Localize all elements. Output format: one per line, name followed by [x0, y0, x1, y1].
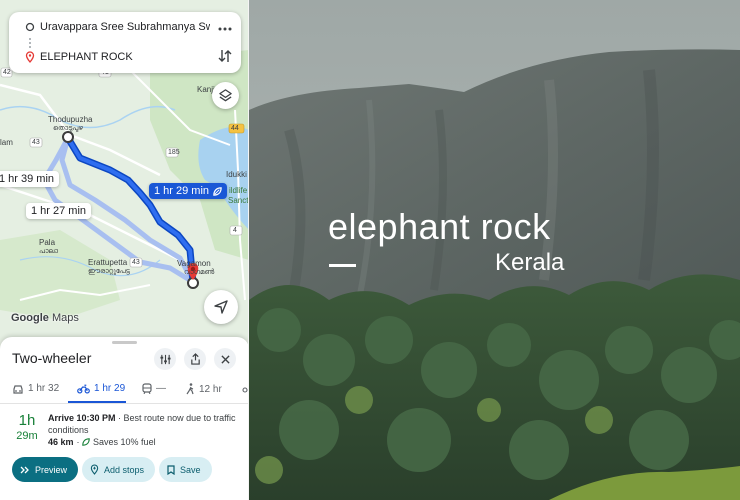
navigation-arrow-icon — [214, 300, 228, 314]
route-duration: 1h 29m — [12, 412, 42, 443]
origin-circle-icon — [25, 22, 35, 32]
transit-icon — [142, 383, 152, 394]
duration-minutes: 29m — [16, 430, 38, 442]
photo-subtitle: Kerala — [495, 249, 565, 276]
road-number: 44 — [231, 125, 239, 132]
place-label-thodupuzha-local: തൊടുപുഴ — [53, 125, 83, 132]
directions-card: Uravappara Sree Subrahmanya Sw... ELEPHA… — [9, 12, 241, 73]
maps-logo-text: Maps — [51, 312, 79, 324]
tab-walking[interactable]: 12 hr — [186, 383, 222, 395]
title-dash — [329, 264, 356, 267]
place-label-thodupuzha: Thodupuzha — [48, 115, 93, 124]
drag-handle[interactable] — [112, 341, 137, 344]
place-label-lam: lam — [0, 138, 13, 147]
google-logo-text: Google — [11, 312, 49, 324]
route-options-button[interactable] — [154, 348, 176, 370]
route-distance: 46 km — [48, 437, 74, 447]
route-label-alt[interactable]: 1 hr 27 min — [26, 203, 92, 219]
arrival-time: Arrive 10:30 PM — [48, 413, 116, 423]
road-number: 43 — [132, 259, 140, 266]
road-number: 43 — [32, 139, 40, 146]
share-icon — [190, 353, 200, 365]
road-number: 185 — [168, 149, 180, 156]
tab-driving[interactable]: 1 hr 32 — [12, 383, 59, 394]
origin-field[interactable]: Uravappara Sree Subrahmanya Sw... — [40, 21, 210, 33]
layers-icon — [219, 89, 232, 102]
tab-transit-label: — — [156, 383, 166, 394]
preview-button[interactable]: Preview — [12, 457, 79, 482]
save-button[interactable]: Save — [159, 457, 212, 482]
motorbike-icon — [77, 384, 90, 394]
destination-pin-icon — [25, 51, 35, 63]
place-label-erattupetta: Erattupetta — [88, 258, 128, 267]
maps-app: 42 43 41 185 44 43 4 Thodupuzha തൊടുപുഴ … — [0, 0, 249, 500]
tab-transit[interactable]: — — [142, 383, 166, 394]
close-icon — [220, 354, 230, 364]
divider — [0, 403, 249, 404]
preview-button-label: Preview — [35, 464, 68, 475]
add-stops-button[interactable]: Add stops — [82, 457, 156, 482]
bookmark-icon — [167, 464, 175, 475]
duration-hours: 1h — [18, 412, 36, 429]
tab-two-wheeler-label: 1 hr 29 — [94, 383, 126, 394]
car-icon — [13, 384, 23, 394]
tune-icon — [159, 354, 171, 364]
place-label-vagamon: Vagamon — [177, 259, 211, 268]
place-label-vagamon-local: വാഗമൺ — [184, 269, 215, 276]
destination-row[interactable]: ELEPHANT ROCK — [9, 43, 241, 71]
place-label-wildlife: ildlife — [229, 186, 248, 195]
panel-title: Two-wheeler — [12, 350, 92, 366]
more-vert-icon[interactable] — [217, 18, 233, 34]
place-label-erattupetta-local: ഈരാറ്റുപേട്ട — [88, 268, 130, 275]
road-number: 4 — [233, 227, 237, 234]
tab-walking-label: 12 hr — [199, 383, 222, 395]
directions-panel: Two-wheeler 1 hr 32 1 hr 29 — 12 hr 1h 2… — [0, 337, 249, 500]
close-button[interactable] — [214, 348, 236, 370]
destination-field[interactable]: ELEPHANT ROCK — [40, 51, 210, 63]
place-label-pala: Pala — [39, 238, 56, 247]
action-buttons: Preview Add stops Save — [12, 457, 216, 482]
route-label-selected[interactable]: 1 hr 29 min — [149, 183, 228, 199]
leaf-icon — [213, 186, 222, 196]
photo-title: elephant rock — [328, 206, 551, 247]
origin-row[interactable]: Uravappara Sree Subrahmanya Sw... — [9, 13, 241, 41]
place-label-pala-local: പാലാ — [39, 248, 59, 255]
arrival-info: Arrive 10:30 PM · Best route now due to … — [48, 412, 238, 436]
share-button[interactable] — [184, 348, 206, 370]
route-label-alt[interactable]: 1 hr 39 min — [0, 171, 60, 187]
leaf-icon — [82, 438, 90, 446]
travel-mode-tabs: 1 hr 32 1 hr 29 — 12 hr — [0, 379, 249, 403]
place-label-sanctuary: Sanctua — [228, 196, 249, 205]
walk-icon — [186, 383, 194, 395]
place-label-idukki: Idukki — [226, 170, 247, 179]
double-chevron-icon — [20, 466, 29, 473]
tab-driving-label: 1 hr 32 — [28, 383, 60, 394]
save-button-label: Save — [180, 464, 201, 475]
elephant-rock-photo: elephant rock Kerala — [249, 0, 740, 500]
navigate-button[interactable] — [204, 290, 238, 324]
fuel-savings: Saves 10% fuel — [93, 437, 156, 447]
route-label-selected-text: 1 hr 29 min — [154, 185, 210, 197]
layers-button[interactable] — [212, 82, 239, 109]
swap-vert-icon[interactable] — [217, 48, 233, 64]
add-stops-button-label: Add stops — [104, 464, 145, 475]
google-maps-logo: Google Maps — [11, 312, 79, 324]
distance-info: 46 km · Saves 10% fuel — [48, 437, 156, 447]
add-location-icon — [90, 464, 99, 475]
tab-two-wheeler[interactable]: 1 hr 29 — [77, 383, 125, 394]
